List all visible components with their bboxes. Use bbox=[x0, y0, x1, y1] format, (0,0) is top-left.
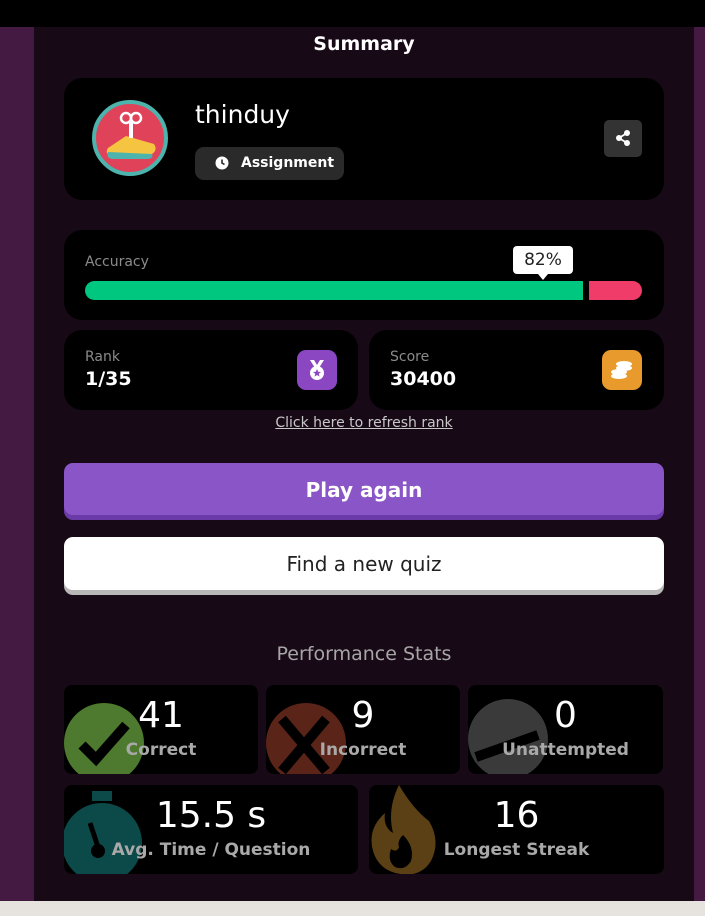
top-bar bbox=[0, 0, 705, 27]
accuracy-incorrect-bar bbox=[589, 281, 642, 300]
stat-unattempted-value: 0 bbox=[554, 695, 577, 736]
score-value: 30400 bbox=[390, 368, 457, 390]
share-icon bbox=[616, 130, 630, 146]
stat-avg-time-value: 15.5 s bbox=[155, 795, 267, 836]
shoe-key-icon bbox=[106, 111, 156, 159]
share-button[interactable] bbox=[604, 120, 642, 157]
stat-unattempted: 0 Unattempted bbox=[468, 685, 663, 774]
rank-card: Rank 1/35 bbox=[64, 330, 358, 410]
clock-icon bbox=[215, 156, 229, 170]
stat-longest-streak-label: Longest Streak bbox=[443, 840, 590, 860]
stat-correct-label: Correct bbox=[125, 740, 197, 760]
stat-incorrect-value: 9 bbox=[351, 695, 375, 736]
stat-incorrect-label: Incorrect bbox=[319, 740, 407, 760]
find-new-quiz-button[interactable]: Find a new quiz bbox=[64, 537, 664, 590]
rank-label: Rank bbox=[85, 349, 120, 365]
bottom-strip bbox=[0, 901, 705, 916]
stat-avg-time: 15.5 s Avg. Time / Question bbox=[64, 785, 358, 874]
refresh-rank-link[interactable]: Click here to refresh rank bbox=[34, 415, 694, 431]
avatar bbox=[92, 100, 168, 176]
stat-longest-streak-value: 16 bbox=[493, 795, 540, 836]
mode-badge: Assignment bbox=[195, 147, 344, 180]
stat-unattempted-label: Unattempted bbox=[502, 740, 629, 760]
accuracy-label: Accuracy bbox=[85, 254, 149, 270]
accuracy-correct-bar bbox=[85, 281, 583, 300]
score-card: Score 30400 bbox=[369, 330, 664, 410]
performance-stats-title: Performance Stats bbox=[276, 643, 452, 665]
stat-longest-streak: 16 Longest Streak bbox=[369, 785, 664, 874]
rank-badge bbox=[297, 350, 337, 390]
stat-incorrect: 9 Incorrect bbox=[266, 685, 460, 774]
page-title: Summary bbox=[313, 33, 415, 55]
rank-value: 1/35 bbox=[85, 368, 132, 390]
stat-correct-value: 41 bbox=[138, 695, 184, 736]
accuracy-percent: 82% bbox=[513, 246, 573, 280]
mode-label: Assignment bbox=[241, 155, 335, 171]
profile-card: thinduy Assignment bbox=[64, 78, 664, 200]
score-label: Score bbox=[390, 349, 430, 365]
stat-avg-time-label: Avg. Time / Question bbox=[111, 840, 311, 860]
coins-icon bbox=[611, 361, 632, 379]
score-badge bbox=[602, 350, 642, 390]
medal-icon bbox=[310, 360, 324, 380]
play-again-button[interactable]: Play again bbox=[64, 463, 664, 515]
accuracy-card: Accuracy 82% bbox=[64, 230, 664, 320]
username: thinduy bbox=[195, 100, 290, 129]
stat-correct: 41 Correct bbox=[64, 685, 258, 774]
